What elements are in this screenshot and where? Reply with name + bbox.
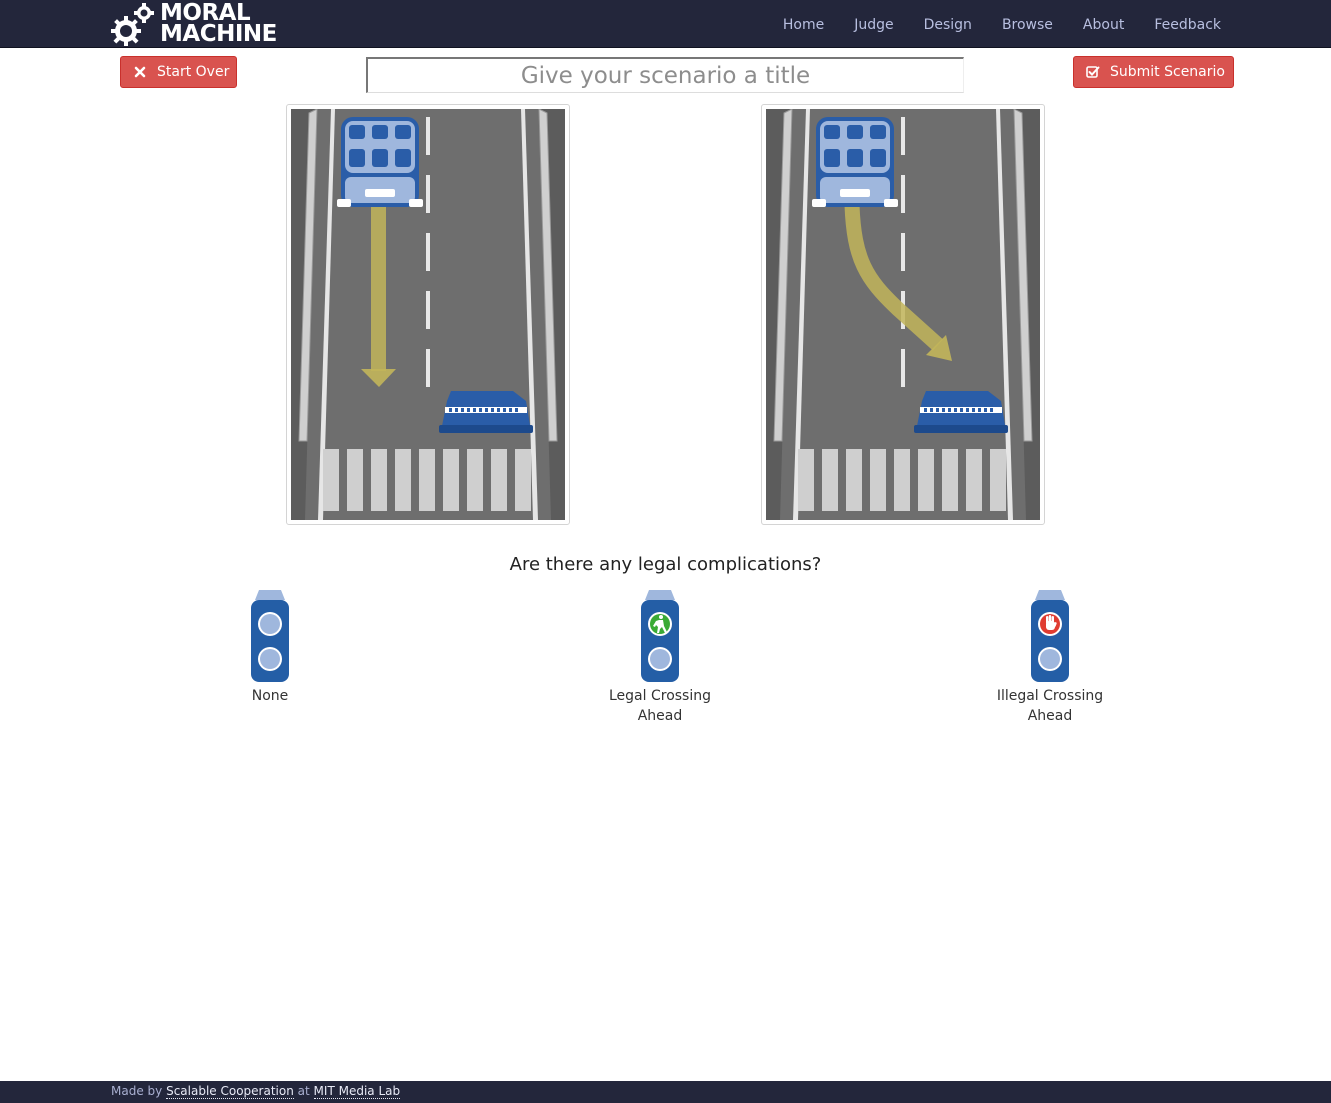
traffic-signal-off-icon [251, 590, 289, 682]
option-legal-crossing[interactable]: Legal Crossing Ahead [590, 588, 730, 726]
gear-logo-icon [111, 3, 154, 46]
start-over-label: Start Over [157, 64, 230, 80]
road-barrier-icon [439, 391, 533, 433]
option-none[interactable]: None [200, 588, 340, 706]
option-illegal-label-line2: Ahead [1027, 708, 1073, 724]
option-illegal-label-line1: Illegal Crossing [996, 688, 1104, 704]
option-legal-label: Legal Crossing Ahead [590, 686, 730, 726]
road-barrier-icon [914, 391, 1008, 433]
nav-home[interactable]: Home [783, 17, 824, 33]
option-none-label: None [251, 688, 289, 704]
footer-credits: Made by Scalable Cooperation at MIT Medi… [111, 1084, 401, 1099]
legal-question: Are there any legal complications? [509, 554, 822, 575]
checkbox-check-icon [1086, 66, 1100, 78]
scenario-panel-swerve[interactable] [761, 104, 1045, 525]
option-illegal-label: Illegal Crossing Ahead [980, 686, 1120, 726]
scenario-title-input[interactable] [366, 57, 964, 93]
walk-signal-green-icon [641, 590, 679, 682]
footer-made-by: Made by [111, 1084, 163, 1098]
car-icon [337, 117, 423, 207]
stop-hand-signal-red-icon [1031, 590, 1069, 682]
option-illegal-crossing[interactable]: Illegal Crossing Ahead [980, 588, 1120, 726]
footer-lab-link[interactable]: MIT Media Lab [313, 1084, 401, 1099]
option-legal-label-line2: Ahead [637, 708, 683, 724]
nav-about[interactable]: About [1083, 17, 1124, 33]
nav-browse[interactable]: Browse [1002, 17, 1053, 33]
footer: Made by Scalable Cooperation at MIT Medi… [0, 1081, 1331, 1103]
nav-design[interactable]: Design [924, 17, 972, 33]
road-scene-straight [291, 109, 565, 520]
close-icon [134, 66, 146, 78]
brand-line2: MACHINE [160, 21, 277, 47]
navbar: MORAL MACHINE Home Judge Design Browse A… [0, 0, 1331, 48]
nav-feedback[interactable]: Feedback [1154, 17, 1221, 33]
submit-scenario-button[interactable]: Submit Scenario [1073, 56, 1234, 88]
main-nav: Home Judge Design Browse About Feedback [753, 0, 1221, 47]
brand-wordmark: MORAL MACHINE [160, 2, 277, 47]
footer-org-link[interactable]: Scalable Cooperation [166, 1084, 294, 1099]
scenario-panel-stay[interactable] [286, 104, 570, 525]
submit-scenario-label: Submit Scenario [1110, 64, 1225, 80]
car-icon [812, 117, 898, 207]
road-scene-swerve [766, 109, 1040, 520]
brand-logo-link[interactable]: MORAL MACHINE [110, 1, 277, 47]
option-legal-label-line1: Legal Crossing [609, 688, 711, 704]
start-over-button[interactable]: Start Over [120, 56, 237, 88]
nav-judge[interactable]: Judge [854, 17, 893, 33]
footer-at: at [297, 1084, 310, 1098]
